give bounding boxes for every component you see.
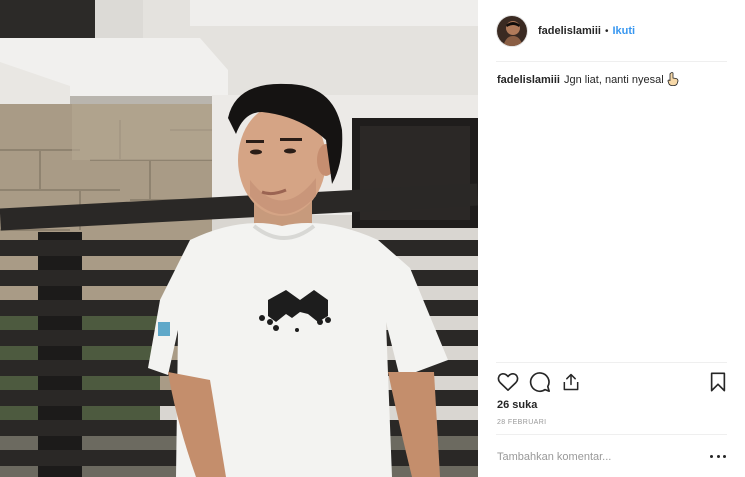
more-options-icon <box>723 454 726 458</box>
post-actions <box>496 370 730 394</box>
more-options-button[interactable] <box>710 450 726 462</box>
save-button[interactable] <box>706 370 730 394</box>
comment-input[interactable] <box>497 449 687 465</box>
avatar[interactable] <box>496 15 528 47</box>
profile-avatar-icon <box>497 16 527 46</box>
post-photo[interactable] <box>0 0 478 477</box>
caption-username-link[interactable]: fadelislamiii <box>497 74 560 86</box>
share-icon <box>563 373 579 391</box>
follow-button[interactable]: Ikuti <box>613 25 636 37</box>
post-details-panel: fadelislamiii • Ikuti fadelislamiii Jgn l… <box>478 0 745 477</box>
likes-count[interactable]: 26 suka <box>497 399 537 411</box>
bookmark-icon <box>710 372 726 392</box>
more-options-icon <box>716 454 720 458</box>
post-photo-image <box>0 0 478 477</box>
header-text: fadelislamiii • Ikuti <box>538 25 635 37</box>
share-button[interactable] <box>559 370 583 394</box>
divider <box>496 434 727 435</box>
heart-icon <box>497 372 519 391</box>
post-header: fadelislamiii • Ikuti <box>496 14 727 48</box>
caption-text: Jgn liat, nanti nyesal <box>563 74 664 86</box>
username-link[interactable]: fadelislamiii <box>538 25 601 37</box>
more-options-icon <box>710 454 713 458</box>
caption: fadelislamiii Jgn liat, nanti nyesal <box>497 72 727 91</box>
comment-icon <box>529 372 550 393</box>
pointing-hand-icon <box>667 72 679 91</box>
divider <box>496 362 727 363</box>
like-button[interactable] <box>496 370 520 394</box>
post-date: 28 FEBRUARI <box>497 419 547 426</box>
divider <box>496 61 727 62</box>
comment-button[interactable] <box>528 370 552 394</box>
separator-dot: • <box>604 25 609 37</box>
